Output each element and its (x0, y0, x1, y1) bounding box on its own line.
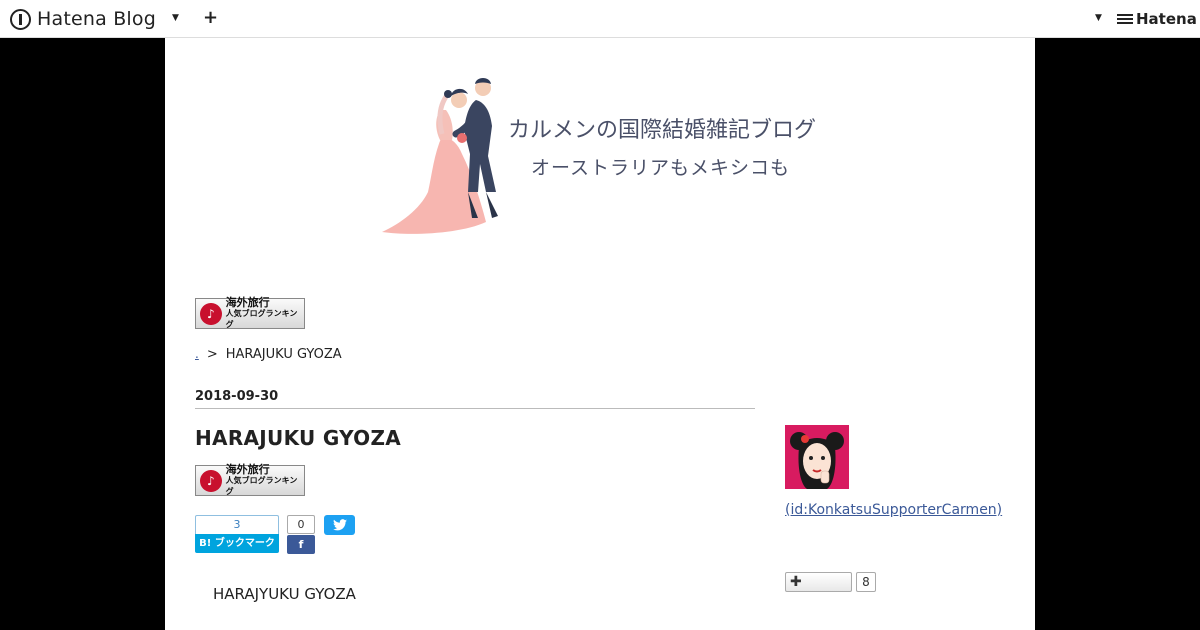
breadcrumb: . > HARAJUKU GYOZA (195, 347, 342, 362)
hatena-logo-icon (1117, 14, 1133, 24)
hatena-bookmark-label[interactable]: B! ブックマーク (195, 534, 279, 553)
ranking-banner-line1: 海外旅行 (225, 296, 270, 309)
breadcrumb-home-link[interactable]: . (195, 347, 199, 361)
plus-icon: ✚ (790, 574, 802, 590)
ranking-banner-line2: 人気ブログランキング (225, 476, 298, 496)
ranking-banner-text: 海外旅行 人気ブログランキング (226, 297, 304, 330)
facebook-icon[interactable]: f (287, 535, 315, 554)
breadcrumb-separator: > (206, 347, 218, 362)
ranking-banner-line1: 海外旅行 (225, 463, 270, 476)
caret-down-icon[interactable]: ▼ (172, 13, 179, 23)
breadcrumb-current: HARAJUKU GYOZA (225, 347, 342, 362)
ranking-banner-link[interactable]: ♪ 海外旅行 人気ブログランキング (195, 297, 305, 330)
hatena-blog-logo[interactable]: Hatena Blog (10, 7, 156, 31)
plus-icon[interactable]: + (203, 7, 218, 28)
entry-date[interactable]: 2018-09-30 (195, 389, 278, 404)
entry-ranking-banner-link[interactable]: ♪ 海外旅行 人気ブログランキング (195, 464, 305, 497)
profile-id-link[interactable]: (id:KonkatsuSupporterCarmen) (785, 500, 1005, 521)
hatena-blog-logo-icon (10, 8, 31, 30)
logo-text: Hatena Blog (37, 8, 156, 30)
entry-divider (195, 408, 755, 409)
ranking-logo-icon: ♪ (200, 302, 222, 325)
global-header: Hatena Blog ▼ + ▼ Hatena (0, 0, 1200, 38)
facebook-share-count: 0 (287, 515, 315, 534)
ranking-logo-icon: ♪ (200, 469, 222, 492)
ranking-banner-line2: 人気ブログランキング (225, 309, 298, 329)
blog-page: カルメンの国際結婚雑記ブログ オーストラリアもメキシコも ♪ 海外旅行 人気ブロ… (165, 38, 1035, 630)
entry-body-text: HARAJYUKU GYOZA (213, 585, 356, 603)
blog-header: カルメンの国際結婚雑記ブログ オーストラリアもメキシコも (165, 38, 1035, 278)
twitter-share-button[interactable] (324, 515, 355, 535)
hatena-bookmark-button[interactable]: 3 B! ブックマーク (195, 515, 279, 555)
profile-avatar[interactable] (785, 425, 849, 489)
user-menu-caret-icon[interactable]: ▼ (1095, 13, 1102, 23)
follower-count: 8 (856, 572, 876, 592)
blog-subtitle: オーストラリアもメキシコも (531, 157, 791, 179)
hatena-bookmark-count[interactable]: 3 (195, 515, 279, 534)
ranking-banner-text: 海外旅行 人気ブログランキング (226, 464, 304, 497)
facebook-share-button[interactable]: 0 f (287, 515, 315, 555)
wedding-couple-illustration[interactable] (380, 74, 520, 236)
entry-title[interactable]: HARAJUKU GYOZA (195, 426, 401, 450)
follow-button[interactable]: ✚ (785, 572, 852, 592)
avatar-illustration (785, 425, 849, 489)
hatena-logo[interactable]: Hatena (1117, 10, 1197, 28)
blog-title[interactable]: カルメンの国際結婚雑記ブログ (508, 112, 816, 144)
hatena-logo-text: Hatena (1136, 10, 1197, 28)
twitter-bird-icon (332, 519, 347, 531)
